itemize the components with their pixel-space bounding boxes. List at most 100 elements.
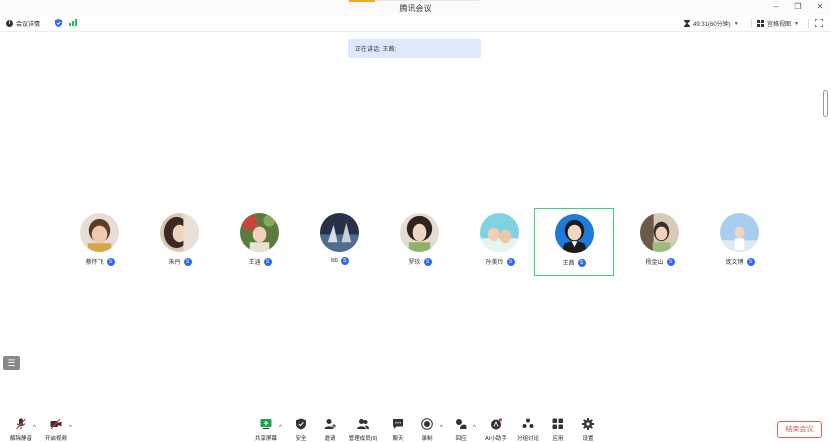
status-badge: S [423,257,432,266]
participant-name: 朱丹 [168,260,181,266]
meeting-info-button[interactable]: i 会议详情 [6,19,40,28]
status-badge: S [666,257,675,266]
participant-tile[interactable]: 孙美玲 S [460,208,540,276]
avatar [160,213,199,252]
breakout-button[interactable]: 分组讨论 [511,418,545,442]
speaking-banner: 正在讲话: 王茜; [348,39,481,58]
status-badge: S [106,257,115,266]
scrollbar[interactable] [823,90,828,117]
status-badge: S [506,257,515,266]
chevron-up-icon[interactable]: ^ [473,425,476,431]
participant-tile[interactable]: 蔡怀飞 S [60,208,140,276]
avatar [240,213,279,252]
minimize-icon[interactable]: – [771,2,781,11]
chevron-up-icon[interactable]: ^ [440,425,443,431]
record-button[interactable]: 录制 [410,418,444,442]
manage-members-label: 管理成员(9) [348,436,378,442]
avatar [720,213,759,252]
ai-assistant-label: AI小助手 [485,436,507,442]
meeting-info-label: 会议详情 [16,22,41,28]
settings-label: 设置 [582,436,594,442]
participant-tile-active[interactable]: 王茜 S [534,208,614,276]
chevron-up-icon[interactable]: ^ [279,425,282,431]
participant-name-row: bb S [300,257,380,265]
end-meeting-button[interactable]: 结束会议 [777,421,822,438]
chevron-up-icon[interactable]: ^ [33,425,36,431]
participant-name-row: 王涵 S [220,257,300,266]
title-accent-line [375,0,479,1]
bottom-toolbar: 解除静音 ^ 开启视频 ^ 共享屏幕 ^ 安全 邀请 管理成员(9) 聊天 录制… [0,414,831,442]
meeting-topbar: i 会议详情 49:31(60分钟) ▼ 宫格视图 ▼ [0,15,831,32]
start-video-button[interactable]: 开启视频 [39,418,73,442]
participant-name-row: 罗玖 S [380,257,460,266]
participant-tile[interactable]: 杨金山 S [620,208,700,276]
restore-icon[interactable]: ❐ [793,2,803,11]
gear-icon [582,418,594,430]
apps-icon [552,418,563,429]
reactions-label: 回应 [455,436,467,442]
participant-name: 王茜 [562,261,575,267]
avatar [480,213,519,252]
avatar [400,213,439,252]
share-screen-button[interactable]: 共享屏幕 [249,418,283,442]
status-badge: S [577,258,586,267]
status-badge: S [746,257,755,266]
divider [808,19,809,28]
record-label: 录制 [421,436,433,442]
status-badge: S [263,257,272,266]
title-bar: 腾讯会议 – ❐ ✕ [0,0,831,15]
close-icon[interactable]: ✕ [815,2,825,11]
apps-label: 应用 [552,436,564,442]
chevron-down-icon: ▼ [794,20,799,27]
unmute-label: 解除静音 [9,436,32,442]
participant-name: 孙美玲 [485,260,504,266]
participant-name: 罗玖 [408,260,421,266]
participant-tile[interactable]: 罗玖 S [380,208,460,276]
grid-view-icon [757,20,764,27]
participant-tile[interactable]: bb S [300,208,380,276]
info-icon: i [6,20,13,27]
record-icon [421,418,433,430]
view-mode-button[interactable]: 宫格视图 ▼ [757,19,799,28]
participant-tile[interactable]: 王涵 S [220,208,300,276]
participant-tile[interactable]: 庞文博 S [700,208,780,276]
share-screen-label: 共享屏幕 [254,436,277,442]
shield-icon[interactable] [55,19,62,27]
participant-name: 蔡怀飞 [85,260,104,266]
start-video-label: 开启视频 [44,436,67,442]
participant-list-toggle-icon[interactable]: ☰ [3,356,20,370]
shield-icon [296,418,306,430]
invite-label: 邀请 [324,436,336,442]
avatar [320,213,359,252]
meeting-timer[interactable]: 49:31(60分钟) ▼ [684,19,739,28]
chevron-up-icon[interactable]: ^ [69,425,72,431]
chat-icon [393,419,403,429]
members-icon [357,419,369,429]
divider [751,19,752,28]
manage-members-button[interactable]: 管理成员(9) [346,418,380,442]
invite-button[interactable]: 邀请 [313,418,347,442]
ai-assistant-button[interactable]: AI小助手 [479,418,513,442]
window-controls: – ❐ ✕ [771,2,825,11]
view-mode-label: 宫格视图 [767,22,792,28]
participant-name: 杨金山 [645,260,664,266]
participant-gallery: 蔡怀飞 S 朱丹 S 王涵 S bb S 罗玖 S 孙美玲 S 王茜 S 杨金山… [60,208,780,278]
microphone-muted-icon [16,418,26,430]
breakout-label: 分组讨论 [516,436,539,442]
participant-name-row: 杨金山 S [620,257,700,266]
add-user-icon [324,419,336,429]
settings-button[interactable]: 设置 [571,418,605,442]
participant-name-row: 庞文博 S [700,257,780,266]
window-title: 腾讯会议 [399,4,432,13]
participant-name: 王涵 [248,260,261,266]
apps-button[interactable]: 应用 [541,418,575,442]
participant-name-row: 蔡怀飞 S [60,257,140,266]
participant-tile[interactable]: 朱丹 S [140,208,220,276]
participant-name-row: 王茜 S [535,258,613,267]
timer-text: 49:31(60分钟) [693,22,731,28]
network-signal-icon[interactable] [69,19,77,26]
breakout-rooms-icon [522,418,534,428]
title-accent [349,0,375,2]
avatar [640,213,679,252]
fullscreen-icon[interactable] [815,19,823,27]
